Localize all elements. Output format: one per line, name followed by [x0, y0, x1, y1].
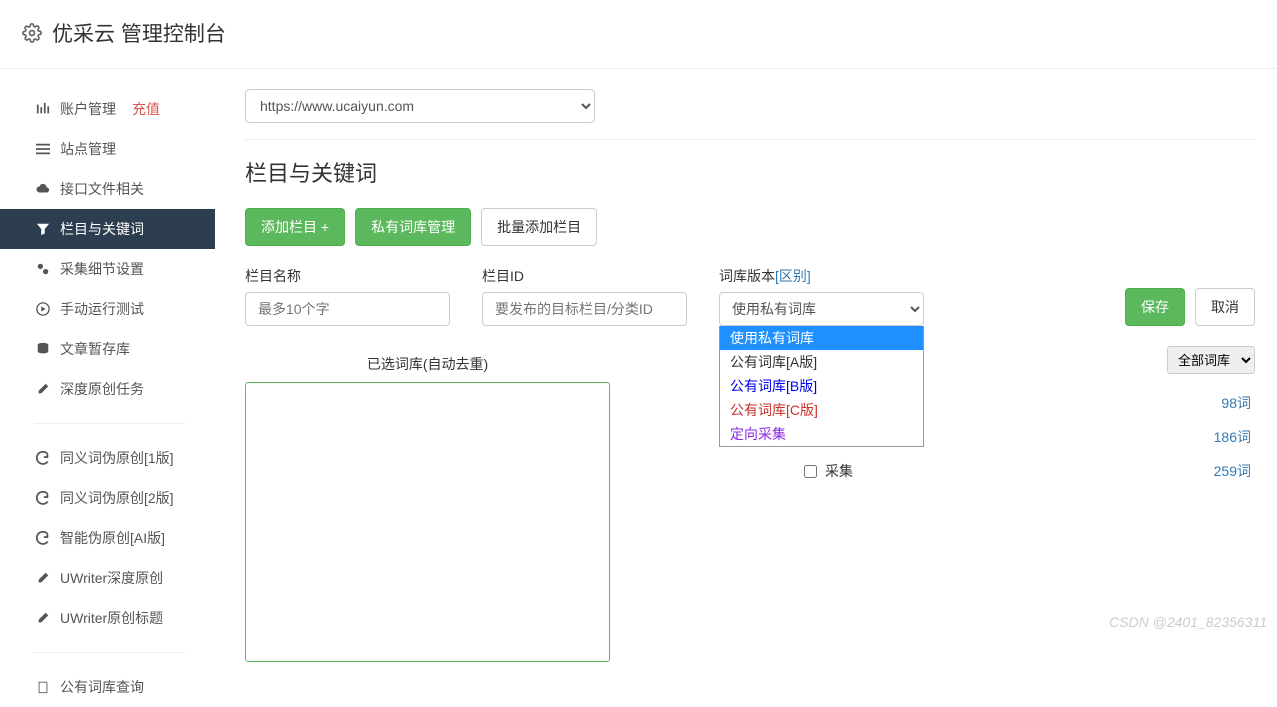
- edit-icon: [36, 382, 50, 396]
- version-diff-link[interactable]: [区别]: [775, 268, 811, 284]
- sidebar-item-label: UWriter深度原创: [60, 568, 163, 588]
- lib-item: 采集 259词: [800, 454, 1255, 488]
- version-option[interactable]: 使用私有词库: [720, 326, 923, 350]
- refresh-icon: [36, 451, 50, 465]
- sidebar-item-label: 采集细节设置: [60, 259, 144, 279]
- book-icon: [36, 680, 50, 694]
- cancel-button[interactable]: 取消: [1195, 288, 1255, 326]
- sidebar-item-label: 站点管理: [60, 139, 116, 159]
- sidebar-item-label: UWriter原创标题: [60, 608, 163, 628]
- sidebar-item-label: 栏目与关键词: [60, 219, 144, 239]
- private-lib-mgmt-button[interactable]: 私有词库管理: [355, 208, 471, 246]
- version-option[interactable]: 公有词库[A版]: [720, 350, 923, 374]
- title-text: 优采云 管理控制台: [52, 18, 226, 48]
- sidebar-item-3[interactable]: UWriter深度原创: [0, 558, 215, 598]
- sidebar-item-extra[interactable]: 充值: [132, 99, 160, 119]
- main-content: https://www.ucaiyun.com 栏目与关键词 添加栏目 + 私有…: [215, 89, 1277, 707]
- edit-icon: [36, 571, 50, 585]
- sidebar-item-label: 文章暂存库: [60, 339, 130, 359]
- col-id-input[interactable]: [482, 292, 687, 326]
- add-column-button[interactable]: 添加栏目 +: [245, 208, 345, 246]
- sidebar-item-label: 同义词伪原创[2版]: [60, 488, 174, 508]
- site-select[interactable]: https://www.ucaiyun.com: [245, 89, 595, 123]
- lib-count[interactable]: 186词: [1214, 427, 1251, 447]
- sidebar-item-label: 公有词库查询: [60, 677, 144, 697]
- button-row: 添加栏目 + 私有词库管理 批量添加栏目: [245, 208, 1255, 246]
- lib-count[interactable]: 98词: [1221, 393, 1251, 413]
- sidebar-item-4[interactable]: 采集细节设置: [0, 249, 215, 289]
- sidebar-item-label: 账户管理: [60, 99, 116, 119]
- lib-count[interactable]: 259词: [1214, 461, 1251, 481]
- sidebar-item-0[interactable]: 账户管理充值: [0, 89, 215, 129]
- version-option[interactable]: 定向采集: [720, 422, 923, 446]
- sidebar-item-label: 深度原创任务: [60, 379, 144, 399]
- edit-icon: [36, 611, 50, 625]
- sidebar: 账户管理充值站点管理接口文件相关栏目与关键词采集细节设置手动运行测试文章暂存库深…: [0, 89, 215, 707]
- sidebar-item-1[interactable]: 站点管理: [0, 129, 215, 169]
- sidebar-separator: [34, 423, 185, 424]
- sidebar-item-4[interactable]: UWriter原创标题: [0, 598, 215, 638]
- lib-filter-select[interactable]: 全部词库: [1167, 346, 1255, 374]
- bars-icon: [36, 102, 50, 116]
- header: 优采云 管理控制台: [0, 0, 1277, 69]
- sidebar-item-7[interactable]: 深度原创任务: [0, 369, 215, 409]
- sidebar-item-6[interactable]: 文章暂存库: [0, 329, 215, 369]
- version-option[interactable]: 公有词库[C版]: [720, 398, 923, 422]
- cloud-icon: [36, 182, 50, 196]
- save-button[interactable]: 保存: [1125, 288, 1185, 326]
- form-row: 栏目名称 栏目ID 词库版本[区别] 使用私有词库 使用私有词库公有词库[A版]…: [245, 266, 1255, 326]
- page-title: 优采云 管理控制台: [22, 18, 1255, 48]
- filter-icon: [36, 222, 50, 236]
- sidebar-item-1[interactable]: 同义词伪原创[2版]: [0, 478, 215, 518]
- sidebar-item-label: 同义词伪原创[1版]: [60, 448, 174, 468]
- refresh-icon: [36, 491, 50, 505]
- play-icon: [36, 302, 50, 316]
- selected-lib-title: 已选词库(自动去重): [245, 346, 610, 382]
- refresh-icon: [36, 531, 50, 545]
- sidebar-item-label: 手动运行测试: [60, 299, 144, 319]
- col-name-input[interactable]: [245, 292, 450, 326]
- sidebar-item-0[interactable]: 同义词伪原创[1版]: [0, 438, 215, 478]
- gear-icon: [22, 23, 42, 43]
- lib-label: 采集: [825, 461, 853, 481]
- sidebar-item-label: 接口文件相关: [60, 179, 144, 199]
- sidebar-separator: [34, 652, 185, 653]
- sidebar-item-3[interactable]: 栏目与关键词: [0, 209, 215, 249]
- section-title: 栏目与关键词: [245, 156, 1255, 188]
- sidebar-item-2[interactable]: 智能伪原创[AI版]: [0, 518, 215, 558]
- version-option[interactable]: 公有词库[B版]: [720, 374, 923, 398]
- version-label: 词库版本[区别]: [719, 266, 924, 286]
- sidebar-item-0[interactable]: 公有词库查询: [0, 667, 215, 707]
- version-dropdown-menu: 使用私有词库公有词库[A版]公有词库[B版]公有词库[C版]定向采集: [719, 326, 924, 447]
- batch-add-button[interactable]: 批量添加栏目: [481, 208, 597, 246]
- version-select[interactable]: 使用私有词库: [719, 292, 924, 326]
- database-icon: [36, 342, 50, 356]
- col-name-label: 栏目名称: [245, 266, 450, 286]
- lib-checkbox[interactable]: [804, 465, 817, 478]
- list-icon: [36, 142, 50, 156]
- selected-lib-box[interactable]: [245, 382, 610, 662]
- divider: [245, 139, 1255, 140]
- sidebar-item-label: 智能伪原创[AI版]: [60, 528, 165, 548]
- cogs-icon: [36, 262, 50, 276]
- sidebar-item-2[interactable]: 接口文件相关: [0, 169, 215, 209]
- sidebar-item-5[interactable]: 手动运行测试: [0, 289, 215, 329]
- col-id-label: 栏目ID: [482, 266, 687, 286]
